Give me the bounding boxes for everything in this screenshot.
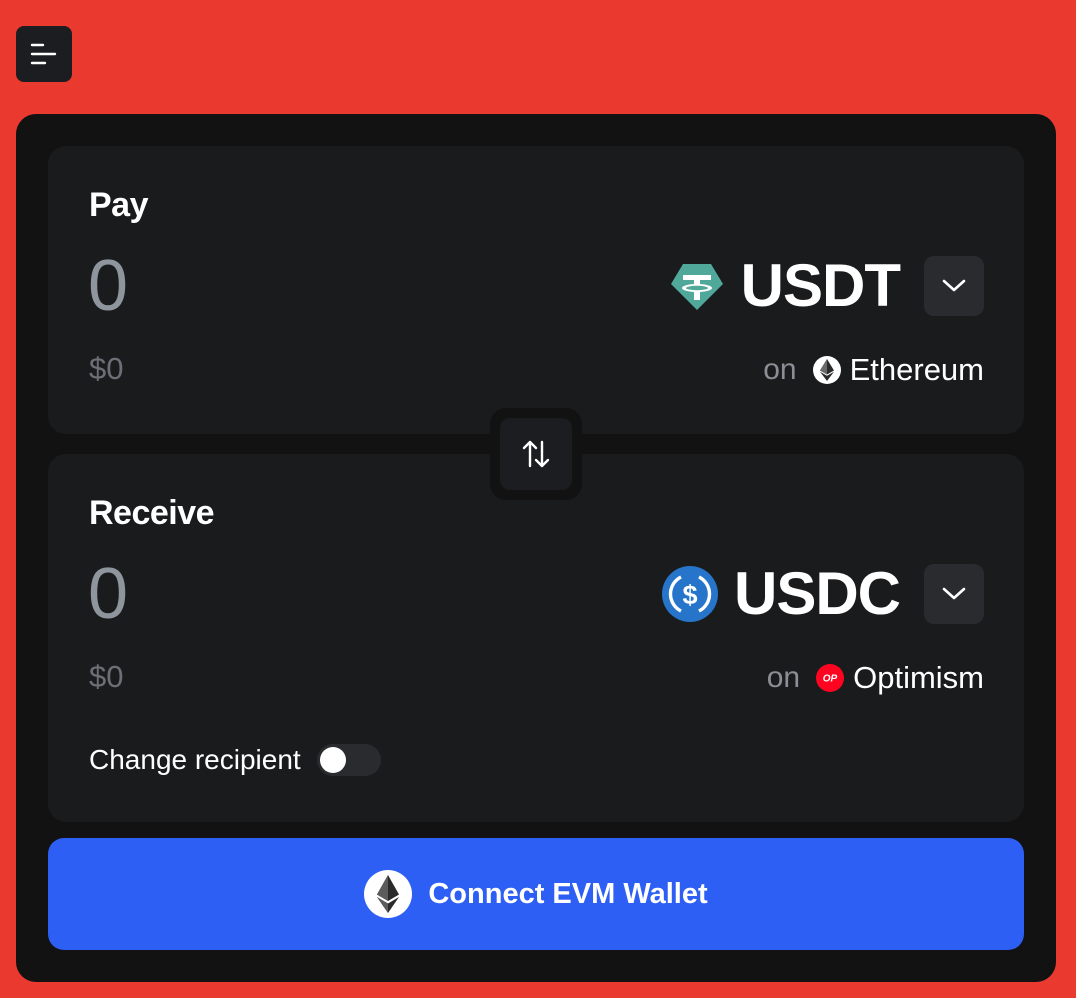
change-recipient-row: Change recipient	[89, 744, 381, 776]
optimism-icon: OP	[816, 664, 845, 692]
receive-amount[interactable]: 0	[88, 558, 128, 630]
connect-wallet-label: Connect EVM Wallet	[428, 877, 708, 910]
pay-title: Pay	[89, 186, 149, 224]
pay-amount[interactable]: 0	[88, 250, 128, 322]
ethereum-icon	[812, 356, 841, 384]
swap-card: Pay 0 $0 USDT on Ethereum Receive 0 $0 $…	[16, 114, 1056, 982]
toggle-knob	[319, 747, 346, 773]
receive-token-selector[interactable]: $ USDC	[661, 560, 984, 627]
receive-panel: Receive 0 $0 $ USDC on OP Optimism Chang…	[48, 454, 1024, 822]
pay-usd-value: $0	[89, 351, 124, 386]
receive-chain-prefix: on	[766, 661, 801, 694]
receive-usd-value: $0	[89, 659, 124, 694]
swap-arrows-icon	[522, 440, 550, 468]
chevron-down-icon	[942, 279, 966, 292]
connect-wallet-button[interactable]: Connect EVM Wallet	[48, 838, 1024, 950]
usdt-icon	[669, 258, 725, 314]
svg-text:$: $	[682, 580, 697, 610]
swap-direction-container	[490, 408, 582, 500]
ethereum-icon	[364, 870, 413, 918]
pay-token-selector[interactable]: USDT	[669, 256, 984, 316]
pay-panel: Pay 0 $0 USDT on Ethereum	[48, 146, 1024, 434]
change-recipient-label: Change recipient	[89, 744, 301, 775]
swap-direction-button[interactable]	[500, 418, 572, 490]
menu-button[interactable]	[16, 26, 72, 82]
pay-token-symbol: USDT	[740, 252, 901, 319]
receive-token-symbol: USDC	[733, 560, 901, 627]
pay-chain[interactable]: on Ethereum	[763, 352, 984, 387]
receive-title: Receive	[89, 494, 215, 532]
receive-chain-name: Optimism	[853, 660, 984, 695]
optimism-badge-text: OP	[823, 674, 838, 685]
change-recipient-toggle[interactable]	[316, 744, 381, 776]
pay-chain-name: Ethereum	[849, 352, 984, 387]
pay-chain-prefix: on	[763, 353, 797, 386]
receive-token-dropdown-button[interactable]	[924, 564, 984, 624]
usdc-icon: $	[661, 566, 718, 622]
chevron-down-icon	[942, 587, 966, 600]
menu-icon	[30, 43, 57, 65]
receive-chain[interactable]: on OP Optimism	[766, 660, 984, 695]
pay-token-dropdown-button[interactable]	[924, 256, 984, 316]
